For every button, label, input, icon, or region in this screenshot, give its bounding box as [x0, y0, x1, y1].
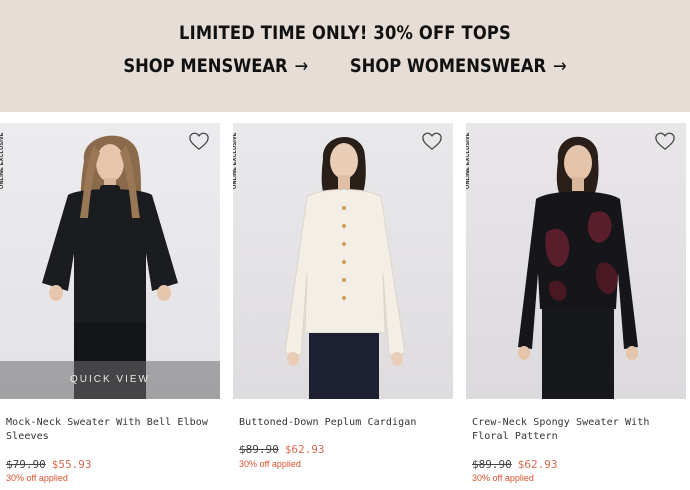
quick-view-button[interactable]: QUICK VIEW — [0, 361, 220, 399]
model-photo — [42, 135, 178, 399]
product-title[interactable]: Mock-Neck Sweater With Bell Elbow Sleeve… — [6, 416, 216, 444]
product-card: ONLINE EXCLUSIVE QUICK VIEW Mock-Neck Sw… — [0, 123, 220, 490]
shop-menswear-label: SHOP MENSWEAR — [123, 55, 288, 77]
online-exclusive-tag: ONLINE EXCLUSIVE — [0, 132, 5, 189]
discount-note: 30% off applied — [472, 473, 534, 483]
arrow-right-icon: → — [552, 55, 567, 77]
arrow-right-icon: → — [294, 55, 309, 77]
product-card: ONLINE EXCLUSIVE Buttoned-Down Peplum Ca… — [233, 123, 453, 490]
online-exclusive-tag: ONLINE EXCLUSIVE — [466, 132, 471, 189]
price-row: $79.90 $55.93 — [6, 458, 92, 471]
model-photo — [518, 136, 638, 399]
heart-outline-icon[interactable] — [188, 131, 210, 151]
discount-note: 30% off applied — [6, 473, 68, 483]
original-price: $89.90 — [239, 443, 279, 456]
discount-note: 30% off applied — [239, 459, 301, 469]
shop-womenswear-link[interactable]: SHOP WOMENSWEAR → — [350, 55, 567, 77]
shop-womenswear-label: SHOP WOMENSWEAR — [349, 55, 547, 77]
product-title[interactable]: Crew-Neck Spongy Sweater With Floral Pat… — [472, 416, 682, 444]
promo-links: SHOP MENSWEAR → SHOP WOMENSWEAR → — [48, 55, 641, 77]
sale-price: $62.93 — [517, 458, 558, 471]
heart-outline-icon[interactable] — [654, 131, 676, 151]
product-title[interactable]: Buttoned-Down Peplum Cardigan — [239, 416, 449, 430]
original-price: $79.90 — [6, 458, 46, 471]
product-image[interactable]: ONLINE EXCLUSIVE QUICK VIEW — [0, 123, 220, 399]
promo-banner: LIMITED TIME ONLY! 30% OFF TOPS SHOP MEN… — [0, 0, 690, 112]
price-row: $89.90 $62.93 — [239, 443, 325, 456]
product-card: ONLINE EXCLUSIVE Crew-Neck Spongy Sweate… — [466, 123, 686, 490]
product-image[interactable]: ONLINE EXCLUSIVE — [466, 123, 686, 399]
shop-menswear-link[interactable]: SHOP MENSWEAR → — [123, 55, 308, 77]
sale-price: $62.93 — [284, 443, 325, 456]
product-image[interactable]: ONLINE EXCLUSIVE — [233, 123, 453, 399]
promo-headline: LIMITED TIME ONLY! 30% OFF TOPS — [179, 22, 511, 44]
sale-price: $55.93 — [51, 458, 92, 471]
model-photo — [284, 136, 406, 399]
online-exclusive-tag: ONLINE EXCLUSIVE — [233, 132, 238, 189]
original-price: $89.90 — [472, 458, 512, 471]
price-row: $89.90 $62.93 — [472, 458, 558, 471]
heart-outline-icon[interactable] — [421, 131, 443, 151]
